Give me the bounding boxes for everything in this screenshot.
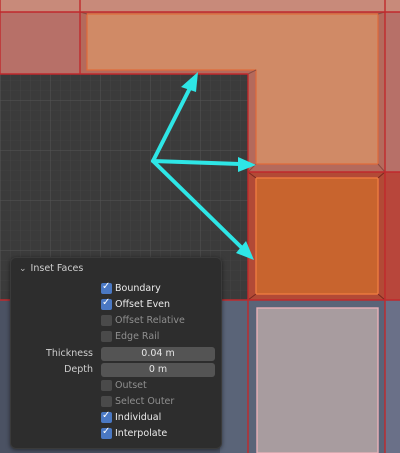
interpolate-option[interactable]: Interpolate bbox=[11, 426, 221, 441]
thickness-label: Thickness bbox=[46, 348, 93, 359]
bottom-inset-face bbox=[256, 307, 379, 453]
select-outer-checkbox[interactable] bbox=[101, 396, 112, 407]
edge-rail-option[interactable]: Edge Rail bbox=[11, 330, 221, 344]
right-edge-face bbox=[385, 12, 400, 172]
depth-label: Depth bbox=[64, 364, 93, 375]
boundary-checkbox[interactable] bbox=[101, 281, 112, 294]
individual-checkbox[interactable] bbox=[101, 410, 112, 423]
chevron-down-icon[interactable]: ⌄ bbox=[19, 264, 27, 274]
depth-field[interactable]: 0 m bbox=[101, 363, 215, 377]
left-top-face bbox=[0, 12, 80, 74]
right-edge-face-mid bbox=[385, 172, 400, 300]
edge-rail-label: Edge Rail bbox=[115, 331, 160, 342]
inset-faces-operator-panel: ⌄ Inset Faces Boundary Offset Even Offse… bbox=[10, 257, 222, 449]
boundary-label: Boundary bbox=[115, 283, 161, 294]
selected-inset-face bbox=[255, 177, 379, 295]
top-face-strip bbox=[0, 0, 400, 12]
select-outer-option[interactable]: Select Outer bbox=[11, 395, 221, 409]
panel-title: Inset Faces bbox=[30, 263, 84, 274]
offset-even-label: Offset Even bbox=[115, 299, 171, 310]
interpolate-checkbox[interactable] bbox=[101, 426, 112, 439]
edge-rail-checkbox[interactable] bbox=[101, 331, 112, 342]
outset-checkbox[interactable] bbox=[101, 380, 112, 391]
blender-3d-viewport[interactable]: ⌄ Inset Faces Boundary Offset Even Offse… bbox=[0, 0, 400, 453]
select-outer-label: Select Outer bbox=[115, 396, 175, 407]
boundary-option[interactable]: Boundary bbox=[11, 281, 221, 296]
offset-relative-label: Offset Relative bbox=[115, 315, 185, 326]
offset-even-checkbox[interactable] bbox=[101, 297, 112, 310]
panel-header[interactable]: ⌄ Inset Faces bbox=[19, 263, 83, 274]
outset-label: Outset bbox=[115, 380, 147, 391]
individual-label: Individual bbox=[115, 412, 162, 423]
thickness-row: Thickness 0.04 m bbox=[11, 347, 221, 361]
offset-relative-option[interactable]: Offset Relative bbox=[11, 314, 221, 328]
thickness-field[interactable]: 0.04 m bbox=[101, 347, 215, 361]
individual-option[interactable]: Individual bbox=[11, 410, 221, 425]
depth-row: Depth 0 m bbox=[11, 363, 221, 377]
offset-even-option[interactable]: Offset Even bbox=[11, 297, 221, 312]
outset-option[interactable]: Outset bbox=[11, 379, 221, 393]
offset-relative-checkbox[interactable] bbox=[101, 315, 112, 326]
interpolate-label: Interpolate bbox=[115, 428, 168, 439]
bottom-right-face bbox=[385, 300, 400, 453]
